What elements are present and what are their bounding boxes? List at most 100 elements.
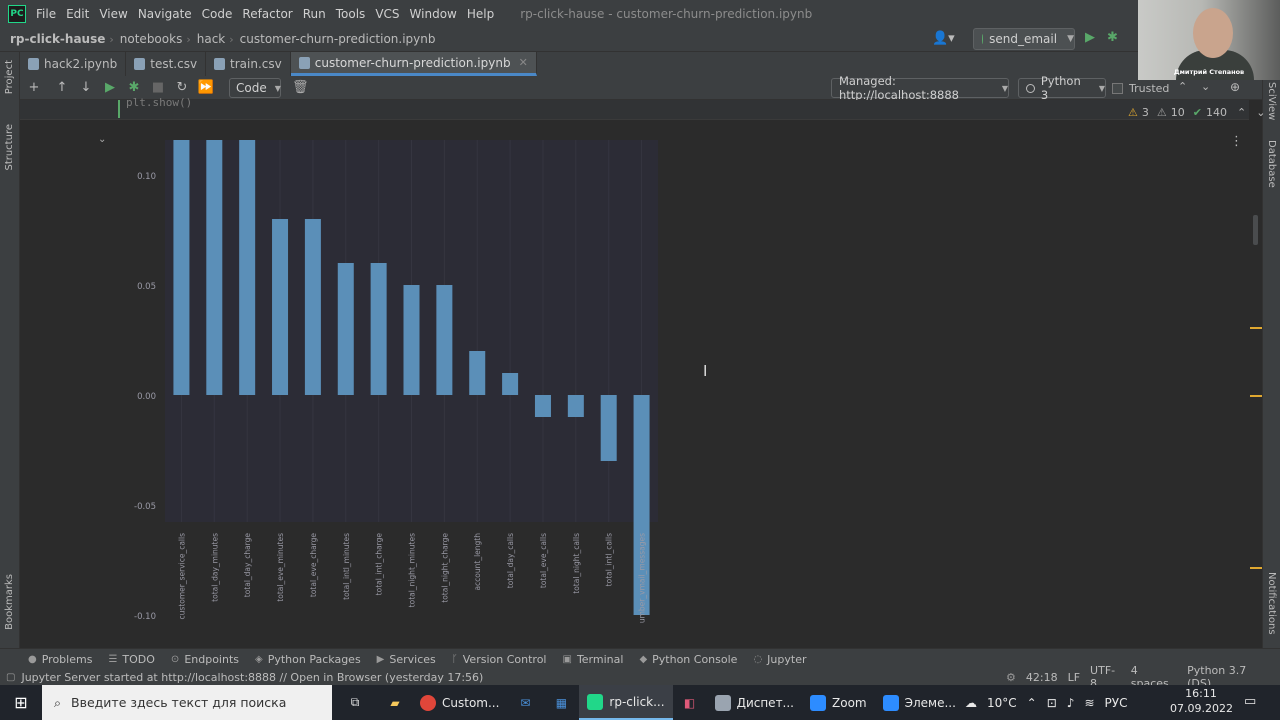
problems-tab[interactable]: ● Problems xyxy=(28,653,92,666)
line-separator[interactable]: LF xyxy=(1068,671,1080,684)
scrollbar-thumb[interactable] xyxy=(1253,215,1258,245)
menu-tools[interactable]: Tools xyxy=(336,7,366,21)
menu-navigate[interactable]: Navigate xyxy=(138,7,192,21)
menu-vcs[interactable]: VCS xyxy=(375,7,399,21)
kernel-select[interactable]: Python 3 ▼ xyxy=(1018,74,1106,102)
breadcrumb-file[interactable]: customer-churn-prediction.ipynb xyxy=(234,32,440,46)
debug-icon[interactable]: ✱ xyxy=(1107,30,1118,45)
taskbar-app-pycharm[interactable]: rp-click... xyxy=(579,685,673,720)
breadcrumb-project[interactable]: rp-click-hause xyxy=(0,32,109,46)
python-console-tab[interactable]: ◆ Python Console xyxy=(639,653,737,666)
chevron-down-icon[interactable]: ⌄ xyxy=(1201,80,1210,93)
terminal-tab[interactable]: ▣ Terminal xyxy=(562,653,623,666)
wifi-icon[interactable]: ≋ xyxy=(1084,696,1094,710)
breadcrumb-notebooks[interactable]: notebooks xyxy=(114,32,187,46)
run-all-icon[interactable]: ⏩ xyxy=(194,80,218,95)
tab-label: customer-churn-prediction.ipynb xyxy=(314,55,511,70)
mail-icon[interactable]: ✉ xyxy=(507,685,543,720)
database-panel-tab[interactable]: Database xyxy=(1266,140,1277,188)
window-title: rp-click-hause - customer-churn-predicti… xyxy=(520,6,813,21)
cell-code[interactable]: plt.show() xyxy=(126,96,192,109)
trash-icon[interactable]: 🗑 xyxy=(292,80,309,95)
user-icon[interactable]: 👤▾ xyxy=(932,31,955,46)
temperature[interactable]: 10°C xyxy=(987,696,1017,710)
check-icon: ✔ xyxy=(1192,106,1202,119)
taskbar-search[interactable]: ⌕ Введите здесь текст для поиска xyxy=(42,685,332,720)
tool-label: Services xyxy=(389,652,436,666)
jetbrains-icon[interactable]: ◧ xyxy=(673,685,707,720)
x-tick-label: total_intl_charge xyxy=(375,533,384,596)
bookmarks-panel-tab[interactable]: Bookmarks xyxy=(4,574,15,630)
menu-view[interactable]: View xyxy=(99,7,127,21)
menu-refactor[interactable]: Refactor xyxy=(242,7,292,21)
python-packages-tab[interactable]: ◈ Python Packages xyxy=(255,653,361,666)
task-view-icon[interactable]: ⧉ xyxy=(332,685,378,720)
menu-run[interactable]: Run xyxy=(303,7,326,21)
add-cell-icon[interactable]: + xyxy=(22,80,46,95)
services-tab[interactable]: ▶ Services xyxy=(377,653,436,666)
tab-test-csv[interactable]: test.csv xyxy=(126,52,207,76)
project-panel-tab[interactable]: Project xyxy=(4,60,15,94)
taskbar-clock[interactable]: 16:11 07.09.2022 xyxy=(1170,686,1233,716)
warning-icon: ⚠ xyxy=(1128,106,1138,119)
endpoints-tab[interactable]: ⊙ Endpoints xyxy=(171,653,239,666)
trusted-checkbox[interactable]: Trusted xyxy=(1112,79,1169,97)
menu-edit[interactable]: Edit xyxy=(66,7,89,21)
caret-position[interactable]: 42:18 xyxy=(1026,671,1058,684)
weather-cloud-icon[interactable]: ☁ xyxy=(965,696,977,710)
cell-type-select[interactable]: Code ▼ xyxy=(229,78,281,98)
chevron-down-icon[interactable]: ⌄ xyxy=(1256,106,1265,119)
todo-icon: ☰ xyxy=(108,653,118,665)
calculator-icon[interactable]: ▦ xyxy=(543,685,579,720)
move-down-icon[interactable]: ↓ xyxy=(74,80,98,95)
checkbox-icon[interactable] xyxy=(1112,82,1123,94)
tab-customer-churn[interactable]: customer-churn-prediction.ipynb ✕ xyxy=(290,52,537,76)
tab-train-csv[interactable]: train.csv xyxy=(206,52,291,76)
notification-center-icon[interactable]: ▭ xyxy=(1244,694,1256,709)
taskbar-app-zoom-meeting[interactable]: Элеме... xyxy=(875,685,964,720)
run-cell-icon[interactable]: ▶ xyxy=(98,80,122,95)
notifications-panel-tab[interactable]: Notifications xyxy=(1266,572,1277,635)
structure-panel-tab[interactable]: Structure xyxy=(4,124,15,171)
bar-total_day_calls xyxy=(502,373,519,395)
settings-icon[interactable]: ⚙ xyxy=(1006,671,1016,684)
network-icon[interactable]: ⊡ xyxy=(1047,696,1057,710)
restart-icon[interactable]: ↻ xyxy=(170,80,194,95)
input-language[interactable]: РУС xyxy=(1105,696,1128,710)
taskbar-app-task-manager[interactable]: Диспет... xyxy=(707,685,802,720)
debug-cell-icon[interactable]: ✱ xyxy=(122,80,146,95)
collapse-output-icon[interactable]: ⌄ xyxy=(98,134,106,145)
chevron-up-icon[interactable]: ⌃ xyxy=(1237,106,1246,119)
stop-icon[interactable]: ■ xyxy=(146,80,170,95)
zoom-icon xyxy=(882,694,899,711)
tab-hack2[interactable]: hack2.ipynb xyxy=(20,52,127,76)
chevron-up-icon[interactable]: ⌃ xyxy=(1027,696,1037,710)
globe-icon[interactable]: ⊕ xyxy=(1230,80,1240,94)
menu-window[interactable]: Window xyxy=(410,7,457,21)
volume-icon[interactable]: ♪ xyxy=(1067,696,1075,710)
version-control-tab[interactable]: ᚴ Version Control xyxy=(452,653,547,666)
layout-icon[interactable]: ▢ xyxy=(6,672,15,683)
breadcrumb-hack[interactable]: hack xyxy=(191,32,230,46)
taskbar-app-zoom[interactable]: Zoom xyxy=(802,685,875,720)
server-select[interactable]: Managed: http://localhost:8888 ▼ xyxy=(831,74,1009,102)
chevron-up-icon[interactable]: ⌃ xyxy=(1178,80,1187,93)
status-message[interactable]: Jupyter Server started at http://localho… xyxy=(21,671,483,684)
windows-start-icon[interactable]: ⊞ xyxy=(0,685,42,720)
taskbar-app-chrome[interactable]: Custom... xyxy=(412,685,507,720)
jupyter-tab[interactable]: ◌ Jupyter xyxy=(753,653,806,666)
inspection-widget[interactable]: ⚠ 3 ⚠ 10 ✔ 140 ⌃ ⌄ xyxy=(1128,106,1269,119)
menu-file[interactable]: File xyxy=(36,7,56,21)
close-icon[interactable]: ✕ xyxy=(519,56,528,69)
x-tick-label: customer_service_calls xyxy=(177,533,186,620)
file-explorer-icon[interactable]: ▰ xyxy=(378,685,412,720)
chevron-down-icon: ▼ xyxy=(274,83,281,93)
code-cell[interactable] xyxy=(20,100,1249,120)
menu-code[interactable]: Code xyxy=(202,7,233,21)
todo-tab[interactable]: ☰ TODO xyxy=(108,653,154,666)
run-icon[interactable]: ▶ xyxy=(1085,30,1095,45)
more-options-icon[interactable]: ⋮ xyxy=(1230,134,1243,149)
run-config-selector[interactable]: send_email ▼ xyxy=(973,28,1075,50)
move-up-icon[interactable]: ↑ xyxy=(50,80,74,95)
menu-help[interactable]: Help xyxy=(467,7,494,21)
